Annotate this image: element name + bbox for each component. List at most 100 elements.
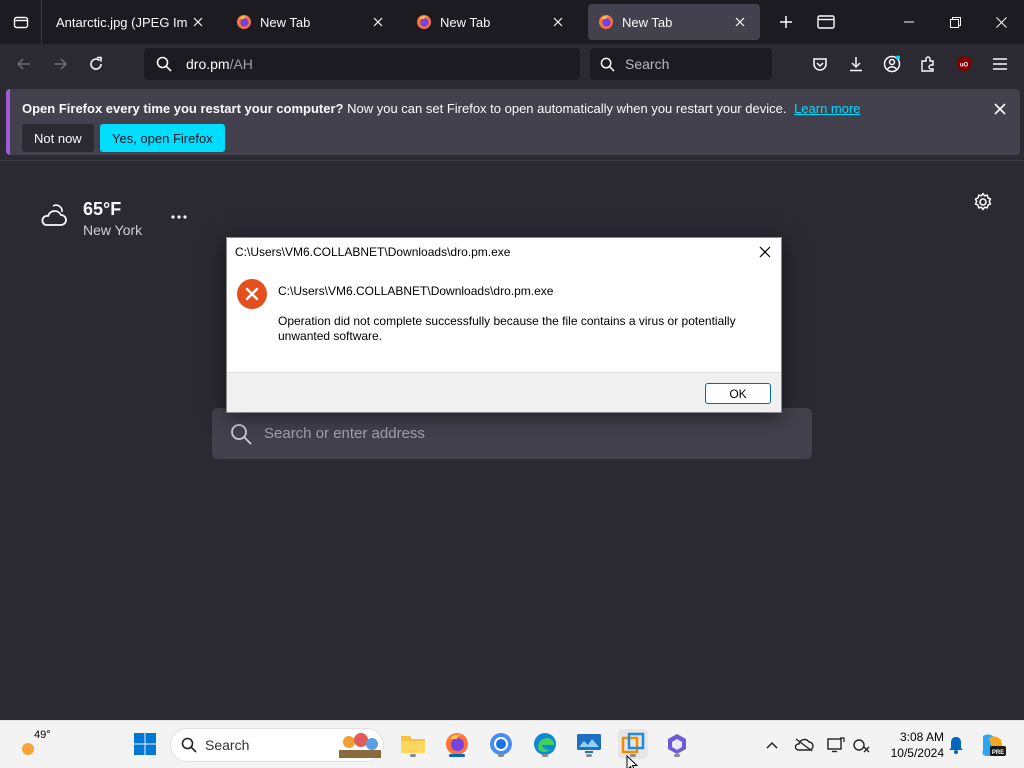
firefox-favicon-icon xyxy=(599,15,613,29)
close-window-button[interactable] xyxy=(978,0,1024,44)
dialog-title: C:\Users\VM6.COLLABNET\Downloads\dro.pm.… xyxy=(235,245,511,259)
downloads-button[interactable] xyxy=(844,52,868,76)
search-icon xyxy=(600,57,615,72)
network-disconnected-icon xyxy=(853,739,870,753)
taskbar-search-box[interactable]: Search xyxy=(170,728,384,762)
gear-icon[interactable] xyxy=(972,191,994,213)
show-hidden-icons-button[interactable] xyxy=(760,733,784,757)
onedrive-tray-button[interactable] xyxy=(792,733,816,757)
tab-new-tab-active[interactable]: New Tab xyxy=(588,4,760,40)
remote-desktop-taskbar-button[interactable] xyxy=(574,729,604,759)
close-tab-icon[interactable] xyxy=(548,12,568,32)
tab-title: New Tab xyxy=(440,14,491,30)
minimize-button[interactable] xyxy=(886,0,932,44)
monitor-icon xyxy=(827,737,845,753)
edge-taskbar-button[interactable] xyxy=(530,729,560,759)
ok-button[interactable]: OK xyxy=(705,383,771,404)
tab-new-tab-2[interactable]: New Tab xyxy=(406,4,578,40)
dialog-message: Operation did not complete successfully … xyxy=(278,314,736,343)
close-tab-icon[interactable] xyxy=(368,12,388,32)
clock-time: 3:08 AM xyxy=(899,730,944,744)
running-indicator xyxy=(586,754,592,757)
chrome-icon xyxy=(490,733,512,755)
arrow-right-icon xyxy=(54,58,68,70)
close-tab-icon[interactable] xyxy=(188,12,208,32)
minimize-icon xyxy=(904,21,914,23)
vmware-icon xyxy=(621,732,645,754)
pocket-icon xyxy=(813,58,827,71)
search-bar[interactable]: Search xyxy=(590,48,772,80)
learn-more-link[interactable]: Learn more xyxy=(794,101,860,116)
yes-open-firefox-button[interactable]: Yes, open Firefox xyxy=(100,124,225,152)
puzzle-icon xyxy=(921,56,934,72)
running-indicator xyxy=(449,754,465,757)
ublock-origin-button[interactable]: uO xyxy=(952,52,976,76)
back-button[interactable] xyxy=(10,50,38,78)
pocket-button[interactable] xyxy=(808,52,832,76)
search-icon xyxy=(231,423,252,445)
tab-title: Antarctic.jpg (JPEG Image, … xyxy=(56,14,188,30)
clock-date: 10/5/2024 xyxy=(890,746,944,760)
network-tray-button[interactable] xyxy=(850,733,874,757)
error-icon xyxy=(237,279,267,309)
notifications-button[interactable] xyxy=(944,733,968,757)
firefox-taskbar-button[interactable] xyxy=(442,729,472,759)
folder-icon xyxy=(401,736,425,753)
firefox-favicon-icon xyxy=(237,15,251,29)
chrome-taskbar-button[interactable] xyxy=(486,729,516,759)
firefox-view-icon xyxy=(817,15,835,29)
new-tab-button[interactable] xyxy=(772,8,800,36)
copilot-pre-button[interactable]: PRE xyxy=(978,731,1008,759)
tab-antarctic[interactable]: Antarctic.jpg (JPEG Image, … xyxy=(46,4,218,40)
taskbar-weather-temp: 49° xyxy=(34,729,51,741)
url-host: dro.pm xyxy=(186,56,230,72)
newtab-search-input[interactable]: Search or enter address xyxy=(212,408,812,459)
nav-toolbar: dro.pm/AH Search uO xyxy=(0,44,1024,84)
ublock-origin-icon: uO xyxy=(957,56,971,72)
not-now-button[interactable]: Not now xyxy=(22,124,94,152)
mouse-cursor-icon xyxy=(626,755,639,768)
firefox-view-button[interactable] xyxy=(814,8,838,36)
copilot-app-taskbar-button[interactable] xyxy=(662,729,692,759)
hamburger-menu-icon xyxy=(993,58,1007,70)
notification-message: Open Firefox every time you restart your… xyxy=(22,101,861,116)
weather-temperature: 65°F xyxy=(83,199,122,219)
search-bar-placeholder: Search xyxy=(625,56,670,72)
tab-title: New Tab xyxy=(260,14,311,30)
bell-icon xyxy=(949,737,963,754)
weather-location: New York xyxy=(83,222,143,238)
running-indicator xyxy=(542,754,548,757)
reload-button[interactable] xyxy=(82,50,110,78)
close-icon xyxy=(759,246,771,258)
account-button[interactable] xyxy=(880,52,904,76)
firefox-icon xyxy=(446,733,468,755)
url-text: dro.pm/AH xyxy=(186,56,253,72)
file-explorer-taskbar-button[interactable] xyxy=(398,729,428,759)
running-indicator xyxy=(498,754,504,757)
tab-strip: Antarctic.jpg (JPEG Image, … New Tab New… xyxy=(0,0,1024,44)
tab-list-icon xyxy=(13,16,28,29)
start-button[interactable] xyxy=(130,729,160,759)
restore-button[interactable] xyxy=(932,0,978,44)
list-all-tabs-button[interactable] xyxy=(0,0,42,44)
weather-more-options-button[interactable] xyxy=(168,206,190,228)
app-menu-button[interactable] xyxy=(988,52,1012,76)
taskbar-weather-widget[interactable]: 49° xyxy=(18,729,52,761)
plus-icon xyxy=(780,16,792,28)
tab-new-tab-1[interactable]: New Tab xyxy=(226,4,398,40)
display-tray-button[interactable] xyxy=(824,733,848,757)
restore-icon xyxy=(949,16,961,28)
forward-button[interactable] xyxy=(46,50,74,78)
extensions-button[interactable] xyxy=(916,52,940,76)
close-tab-icon[interactable] xyxy=(730,12,750,32)
close-notification-button[interactable] xyxy=(990,99,1010,119)
default-browser-notification: Open Firefox every time you restart your… xyxy=(6,89,1020,155)
svg-text:PRE: PRE xyxy=(992,750,1004,756)
running-indicator xyxy=(674,754,680,757)
search-icon xyxy=(156,56,172,72)
search-highlight-balloons-icon xyxy=(339,733,381,758)
remote-desktop-icon xyxy=(577,734,601,753)
taskbar-clock[interactable]: 3:08 AM 10/5/2024 xyxy=(880,729,944,761)
dialog-close-button[interactable] xyxy=(753,240,777,264)
url-bar[interactable]: dro.pm/AH xyxy=(144,48,580,80)
